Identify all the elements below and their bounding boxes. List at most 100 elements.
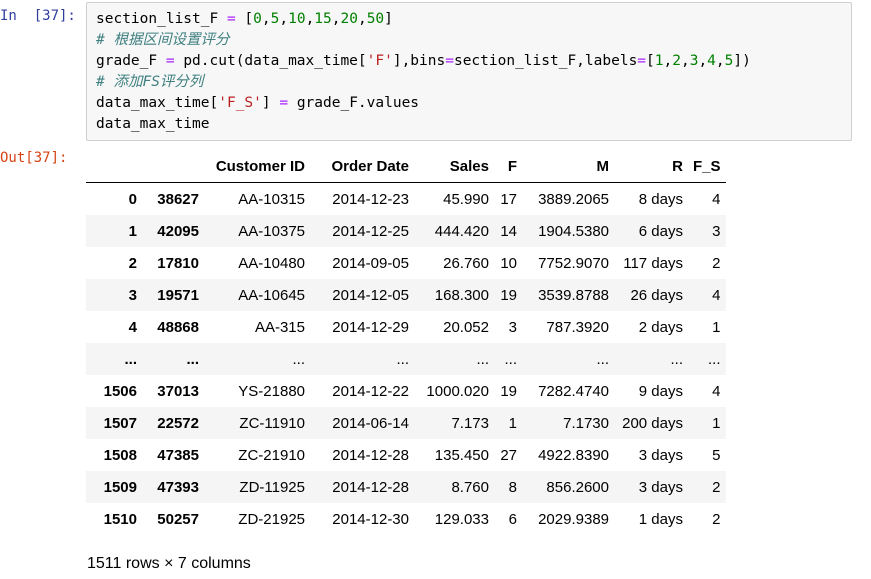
code-token: , [279, 11, 289, 27]
table-header-row: Customer ID Order Date Sales F M R F_S [86, 151, 726, 183]
table-cell: 2 [712, 510, 721, 528]
table-cell: 444.420 [434, 222, 489, 240]
table-cell: 19 [500, 382, 517, 400]
table-cell: 200 days [622, 414, 683, 432]
table-cell: 6 days [638, 222, 683, 240]
column-header: F [494, 151, 522, 183]
table-cell: 6 [508, 510, 517, 528]
code-token: 50 [366, 11, 385, 27]
column-header: R [614, 151, 688, 183]
code-token: , [715, 53, 725, 69]
code-token: = [637, 53, 647, 69]
row-id: 22572 [157, 414, 199, 432]
table-cell: ... [596, 350, 609, 368]
row-index: ... [124, 350, 137, 368]
code-token: 4 [707, 53, 716, 69]
code-token: = [445, 53, 454, 69]
code-line: data_max_time [96, 115, 210, 133]
table-cell: 27 [500, 446, 517, 464]
table-cell: 135.450 [434, 446, 489, 464]
row-index: 1506 [103, 382, 137, 400]
code-token: 'F_S' [218, 95, 262, 111]
table-cell: ZC-21910 [238, 446, 305, 464]
table-cell: 1000.020 [426, 382, 489, 400]
code-token: 0 [253, 11, 262, 27]
table-cell: 117 days [623, 254, 683, 272]
code-token: , [305, 11, 315, 27]
code-token: , [698, 53, 708, 69]
table-cell: 168.300 [434, 286, 489, 304]
row-id: 48868 [157, 318, 199, 336]
code-token: [ [646, 53, 655, 69]
table-cell: ... [708, 350, 721, 368]
code-token: 15 [314, 11, 332, 27]
table-cell: 3889.2065 [538, 190, 609, 208]
table-cell: 2014-12-23 [332, 190, 409, 208]
table-cell: 3 [508, 318, 517, 336]
table-cell: ZD-11925 [239, 478, 305, 496]
code-token: , [357, 11, 367, 27]
code-line: section_list_F = [0,5,10,15,20,50] [96, 10, 393, 28]
table-cell: AA-315 [254, 318, 305, 336]
dataframe-shape: 1511 rows × 7 columns [87, 555, 251, 572]
table-cell: 2 days [638, 318, 683, 336]
table-cell: 7.173 [451, 414, 489, 432]
table-cell: 2014-12-29 [332, 318, 409, 336]
column-header [86, 151, 142, 183]
code-line: # 添加FS评分列 [96, 73, 203, 91]
table-cell: YS-21880 [238, 382, 305, 400]
table-cell: 2014-12-30 [332, 510, 409, 528]
table-cell: 1 [508, 414, 517, 432]
table-cell: 1 days [638, 510, 683, 528]
table-cell: 3 [712, 222, 721, 240]
table-cell: 2014-09-05 [332, 254, 409, 272]
code-token: 'F' [366, 53, 393, 69]
table-cell: 20.052 [443, 318, 489, 336]
row-index: 1 [128, 222, 137, 240]
row-index: 1510 [103, 510, 137, 528]
row-index: 2 [128, 254, 137, 272]
table-cell: 2014-12-28 [332, 446, 409, 464]
row-id: 42095 [157, 222, 199, 240]
code-token: , [663, 53, 673, 69]
table-row: 1509 47393 ZD-11925 2014-12-28 8.760 8 856.260… [86, 471, 726, 503]
table-cell: 2014-12-28 [332, 478, 409, 496]
table-row: 2 17810 AA-10480 2014-09-05 26.760 10 7752.907… [86, 247, 726, 279]
table-cell: 4 [712, 190, 721, 208]
input-prompt: In [37]: [0, 8, 76, 24]
table-cell: AA-10375 [238, 222, 305, 240]
table-cell: 10 [500, 254, 517, 272]
table-cell: 2029.9389 [538, 510, 609, 528]
code-line: # 根据区间设置评分 [96, 31, 229, 49]
table-cell: 1 [712, 414, 721, 432]
table-cell: 856.2600 [546, 478, 609, 496]
table-cell: 8.760 [451, 478, 489, 496]
code-token: ],bins [392, 53, 446, 69]
table-cell: 3 days [638, 478, 683, 496]
code-token: = [157, 53, 184, 69]
table-cell: 2014-12-05 [332, 286, 409, 304]
table-cell: AA-10315 [238, 190, 305, 208]
table-cell: 17 [500, 190, 517, 208]
table-row: 0 38627 AA-10315 2014-12-23 45.990 17 3889.206… [86, 183, 726, 216]
table-row: 1506 37013 YS-21880 2014-12-22 1000.020 19 728… [86, 375, 726, 407]
code-line: data_max_time['F_S'] = grade_F.values [96, 94, 419, 112]
code-token: , [680, 53, 690, 69]
table-cell: 1 [712, 318, 721, 336]
code-token: grade_F.values [296, 95, 420, 111]
table-cell: 14 [500, 222, 517, 240]
column-header: Customer ID [204, 151, 310, 183]
code-token: 10 [288, 11, 306, 27]
code-cell[interactable]: section_list_F = [0,5,10,15,20,50] # 根据区间… [86, 2, 852, 141]
table-cell: 3 days [638, 446, 683, 464]
table-cell: 5 [712, 446, 721, 464]
table-cell: 8 [508, 478, 517, 496]
table-cell: 7282.4740 [538, 382, 609, 400]
code-token: section_list_F,labels [453, 53, 638, 69]
code-token: 20 [340, 11, 358, 27]
table-cell: 26 days [630, 286, 683, 304]
dataframe-table: Customer ID Order Date Sales F M R F_S 0 38627 A… [86, 151, 726, 535]
code-token: # 根据区间设置评分 [96, 32, 230, 48]
code-token: section_list_F [96, 11, 219, 27]
code-line: grade_F = pd.cut(data_max_time['F'],bins… [96, 52, 751, 70]
